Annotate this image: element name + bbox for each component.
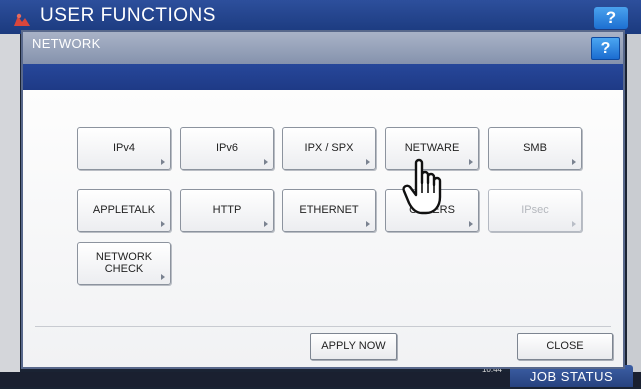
ipsec-button: IPsec bbox=[488, 189, 582, 232]
dialog-body: IPv4 IPv6 IPX / SPX NETWARE SMB APPLETAL… bbox=[23, 90, 623, 367]
netware-button-label: NETWARE bbox=[404, 142, 460, 154]
user-functions-logo-icon bbox=[14, 13, 30, 26]
ipv6-button[interactable]: IPv6 bbox=[180, 127, 274, 170]
smb-button-label: SMB bbox=[523, 142, 547, 154]
hand-pointer-icon bbox=[402, 158, 442, 215]
http-button[interactable]: HTTP bbox=[180, 189, 274, 232]
appletalk-button[interactable]: APPLETALK bbox=[77, 189, 171, 232]
ethernet-button-label: ETHERNET bbox=[299, 204, 359, 216]
dialog-banner bbox=[23, 64, 623, 90]
close-button[interactable]: CLOSE bbox=[517, 333, 613, 360]
corner-arrow-icon bbox=[161, 274, 165, 280]
corner-arrow-icon bbox=[572, 221, 576, 227]
background-panel-right bbox=[627, 34, 641, 374]
smb-button[interactable]: SMB bbox=[488, 127, 582, 170]
ipv4-button-label: IPv4 bbox=[112, 142, 135, 154]
dialog-titlebar: NETWORK ? bbox=[23, 32, 623, 64]
ipv4-button[interactable]: IPv4 bbox=[77, 127, 171, 170]
ethernet-button[interactable]: ETHERNET bbox=[282, 189, 376, 232]
corner-arrow-icon bbox=[161, 159, 165, 165]
http-button-label: HTTP bbox=[212, 204, 242, 216]
network-dialog: NETWORK ? IPv4 IPv6 IPX / SPX NETWARE SM… bbox=[21, 30, 625, 369]
ipv6-button-label: IPv6 bbox=[215, 142, 238, 154]
corner-arrow-icon bbox=[161, 221, 165, 227]
network-check-button-label: NETWORK CHECK bbox=[78, 251, 170, 275]
ipx-spx-button[interactable]: IPX / SPX bbox=[282, 127, 376, 170]
app-help-button[interactable]: ? bbox=[594, 7, 628, 29]
apply-now-button[interactable]: APPLY NOW bbox=[310, 333, 397, 360]
dialog-help-button[interactable]: ? bbox=[591, 37, 620, 60]
appletalk-button-label: APPLETALK bbox=[92, 204, 156, 216]
corner-arrow-icon bbox=[366, 221, 370, 227]
corner-arrow-icon bbox=[264, 159, 268, 165]
app-title: USER FUNCTIONS bbox=[40, 5, 216, 26]
corner-arrow-icon bbox=[264, 221, 268, 227]
app-header: USER FUNCTIONS ? bbox=[0, 0, 641, 34]
corner-arrow-icon bbox=[469, 159, 473, 165]
background-panel-left bbox=[0, 34, 20, 374]
corner-arrow-icon bbox=[366, 159, 370, 165]
network-check-label-line1: NETWORK bbox=[95, 251, 153, 263]
corner-arrow-icon bbox=[469, 221, 473, 227]
corner-arrow-icon bbox=[572, 159, 576, 165]
ipsec-button-label: IPsec bbox=[521, 204, 549, 216]
network-check-button[interactable]: NETWORK CHECK bbox=[77, 242, 171, 285]
network-check-label-line2: CHECK bbox=[104, 263, 144, 275]
dialog-divider bbox=[35, 326, 611, 327]
dialog-title: NETWORK bbox=[32, 36, 101, 51]
ipx-spx-button-label: IPX / SPX bbox=[304, 142, 354, 154]
